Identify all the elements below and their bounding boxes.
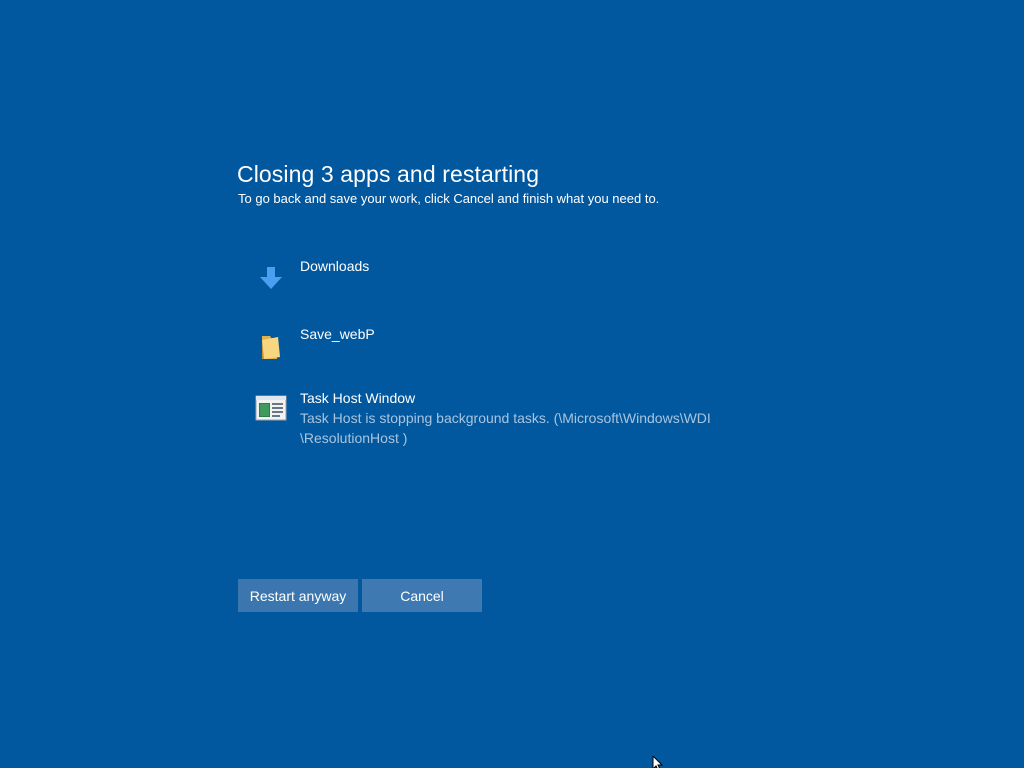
dialog-title: Closing 3 apps and restarting: [237, 161, 540, 187]
app-name: Downloads: [300, 258, 370, 274]
cancel-button[interactable]: Cancel: [362, 579, 482, 612]
restart-anyway-button[interactable]: Restart anyway: [238, 579, 358, 612]
download-arrow-icon: [255, 260, 287, 292]
restart-dialog: Closing 3 apps and restarting To go back…: [237, 160, 797, 207]
task-host-window-icon: [255, 392, 287, 424]
list-item-save-webp: Save_webP: [255, 324, 775, 364]
folder-icon: [255, 328, 287, 360]
restart-screen: Closing 3 apps and restarting To go back…: [0, 0, 1024, 768]
app-description: Task Host is stopping background tasks. …: [300, 410, 711, 446]
dialog-buttons: Restart anyway Cancel: [238, 579, 482, 612]
list-item-downloads: Downloads: [255, 256, 775, 296]
list-item-task-host-window: Task Host Window Task Host is stopping b…: [255, 388, 775, 448]
closing-apps-list: Downloads Save_webP Task Host Window Tas…: [255, 256, 775, 472]
mouse-pointer-icon: [652, 754, 666, 768]
app-name: Save_webP: [300, 326, 375, 342]
app-name: Task Host Window: [300, 390, 416, 406]
dialog-subtitle: To go back and save your work, click Can…: [238, 191, 660, 206]
